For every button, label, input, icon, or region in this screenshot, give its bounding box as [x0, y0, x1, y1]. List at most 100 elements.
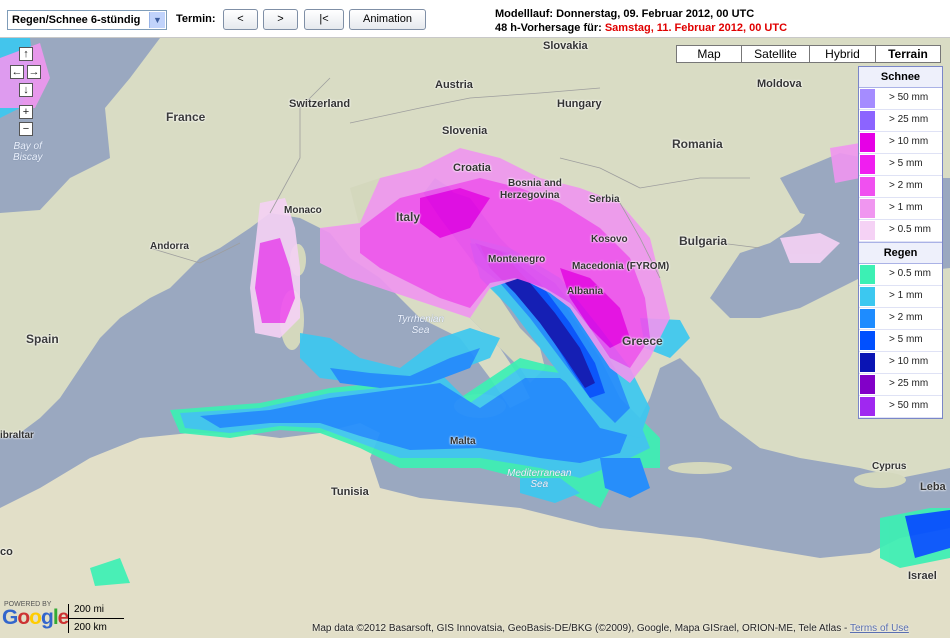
- legend-label: > 5 mm: [889, 334, 923, 345]
- legend-label: > 0.5 mm: [889, 224, 931, 235]
- legend-swatch: [860, 155, 875, 174]
- label-hungary: Hungary: [557, 98, 602, 110]
- legend-snow-row: > 0.5 mm: [859, 220, 942, 242]
- legend-rain-row: > 1 mm: [859, 286, 942, 308]
- legend-rain-row: > 10 mm: [859, 352, 942, 374]
- attribution-text: Map data ©2012 Basarsoft, GIS Innovatsia…: [312, 623, 848, 634]
- legend-label: > 10 mm: [889, 356, 929, 367]
- zoom-out-icon[interactable]: −: [19, 122, 33, 136]
- model-run-text: Modelllauf: Donnerstag, 09. Februar 2012…: [495, 8, 755, 20]
- sea-biscay-line2: Biscay: [13, 152, 43, 163]
- label-cyprus: Cyprus: [872, 461, 907, 472]
- map-type-control: Map Satellite Hybrid Terrain: [676, 45, 941, 63]
- pan-up-icon[interactable]: ↑: [19, 47, 33, 61]
- label-slovenia: Slovenia: [442, 125, 488, 137]
- next-step-button[interactable]: >: [263, 9, 298, 30]
- label-morocco: co: [0, 546, 13, 558]
- label-slovakia: Slovakia: [543, 40, 588, 52]
- island-crete: [668, 462, 732, 474]
- legend-label: > 25 mm: [889, 114, 929, 125]
- legend-swatch: [860, 309, 875, 328]
- google-logo[interactable]: POWERED BY Google: [2, 601, 69, 629]
- label-romania: Romania: [672, 137, 723, 151]
- pan-down-icon[interactable]: ↓: [19, 83, 33, 97]
- prev-step-button[interactable]: <: [223, 9, 258, 30]
- scale-bar: 200 mi 200 km: [68, 604, 128, 634]
- legend-label: > 2 mm: [889, 180, 923, 191]
- product-select[interactable]: Regen/Schnee 6-stündig ▼: [7, 10, 167, 30]
- label-serbia: Serbia: [589, 194, 620, 205]
- label-kosovo: Kosovo: [591, 234, 628, 245]
- forecast-text: 48 h-Vorhersage für: Samstag, 11. Februa…: [495, 22, 787, 34]
- map-canvas[interactable]: Slovakia Austria Hungary Moldova Switzer…: [0, 38, 950, 638]
- sea-med-line2: Sea: [530, 479, 549, 490]
- precipitation-legend: Schnee > 50 mm > 25 mm > 10 mm > 5 mm > 2 mm…: [858, 66, 943, 419]
- legend-swatch: [860, 397, 875, 416]
- sea-med-line1: Mediterranean: [507, 468, 572, 479]
- legend-rain-list: > 0.5 mm > 1 mm > 2 mm > 5 mm > 10 mm > 25 mm…: [859, 264, 942, 418]
- legend-swatch: [860, 89, 875, 108]
- label-albania: Albania: [567, 286, 604, 297]
- label-austria: Austria: [435, 79, 473, 91]
- forecast-date: Samstag, 11. Februar 2012, 00 UTC: [604, 22, 788, 34]
- toolbar: Regen/Schnee 6-stündig ▼ Termin: < > |< …: [0, 0, 950, 38]
- legend-swatch: [860, 353, 875, 372]
- legend-snow-row: > 1 mm: [859, 198, 942, 220]
- scale-miles: 200 mi: [74, 604, 105, 615]
- sea-tyrrhenian-line2: Sea: [411, 325, 430, 336]
- terms-of-use-link[interactable]: Terms of Use: [850, 623, 909, 634]
- forecast-prefix: 48 h-Vorhersage für:: [495, 22, 602, 34]
- chevron-down-icon[interactable]: ▼: [149, 12, 165, 28]
- map-type-satellite-button[interactable]: Satellite: [741, 45, 810, 63]
- animation-button[interactable]: Animation: [349, 9, 426, 30]
- pan-left-icon[interactable]: ←: [10, 65, 24, 79]
- label-gibraltar: ibraltar: [0, 430, 34, 441]
- legend-swatch: [860, 265, 875, 284]
- legend-snow-row: > 25 mm: [859, 110, 942, 132]
- label-spain: Spain: [26, 332, 59, 346]
- label-tunisia: Tunisia: [331, 486, 369, 498]
- legend-label: > 0.5 mm: [889, 268, 931, 279]
- island-cyprus: [854, 472, 906, 488]
- label-moldova: Moldova: [757, 78, 802, 90]
- map-type-terrain-button[interactable]: Terrain: [875, 45, 941, 63]
- label-malta: Malta: [450, 436, 476, 447]
- label-lebanon: Leba: [920, 481, 946, 493]
- legend-swatch: [860, 221, 875, 240]
- map-type-map-button[interactable]: Map: [676, 45, 742, 63]
- legend-swatch: [860, 331, 875, 350]
- google-wordmark: Google: [2, 606, 69, 629]
- legend-label: > 25 mm: [889, 378, 929, 389]
- legend-swatch: [860, 177, 875, 196]
- legend-swatch: [860, 111, 875, 130]
- sea-tyrrhenian-line1: Tyrrhenian: [397, 314, 445, 325]
- legend-snow-list: > 50 mm > 25 mm > 10 mm > 5 mm > 2 mm > 1 mm >…: [859, 88, 942, 242]
- sea-biscay-line1: Bay of: [13, 141, 42, 152]
- zoom-in-icon[interactable]: +: [19, 105, 33, 119]
- label-israel: Israel: [908, 570, 937, 582]
- map-attribution: Map data ©2012 Basarsoft, GIS Innovatsia…: [312, 623, 909, 634]
- legend-rain-row: > 2 mm: [859, 308, 942, 330]
- legend-label: > 10 mm: [889, 136, 929, 147]
- legend-swatch: [860, 375, 875, 394]
- legend-snow-row: > 2 mm: [859, 176, 942, 198]
- legend-label: > 2 mm: [889, 312, 923, 323]
- label-tyrrhenian-sea: Tyrrhenian Sea: [397, 314, 444, 336]
- label-macedonia: Macedonia (FYROM): [572, 261, 670, 272]
- legend-snow-title: Schnee: [859, 67, 942, 88]
- product-select-value: Regen/Schnee 6-stündig: [12, 14, 141, 26]
- pan-right-icon[interactable]: →: [27, 65, 41, 79]
- label-italy: Italy: [396, 210, 421, 224]
- label-bosnia: Bosnia and: [508, 178, 562, 189]
- legend-rain-row: > 0.5 mm: [859, 264, 942, 286]
- legend-rain-title: Regen: [859, 242, 942, 264]
- legend-swatch: [860, 133, 875, 152]
- legend-swatch: [860, 199, 875, 218]
- legend-snow-row: > 50 mm: [859, 88, 942, 110]
- map-type-hybrid-button[interactable]: Hybrid: [809, 45, 876, 63]
- label-herzegovina: Herzegovina: [500, 190, 560, 201]
- termin-label: Termin:: [176, 13, 216, 25]
- label-greece: Greece: [622, 334, 663, 348]
- legend-rain-row: > 5 mm: [859, 330, 942, 352]
- first-step-button[interactable]: |<: [304, 9, 344, 30]
